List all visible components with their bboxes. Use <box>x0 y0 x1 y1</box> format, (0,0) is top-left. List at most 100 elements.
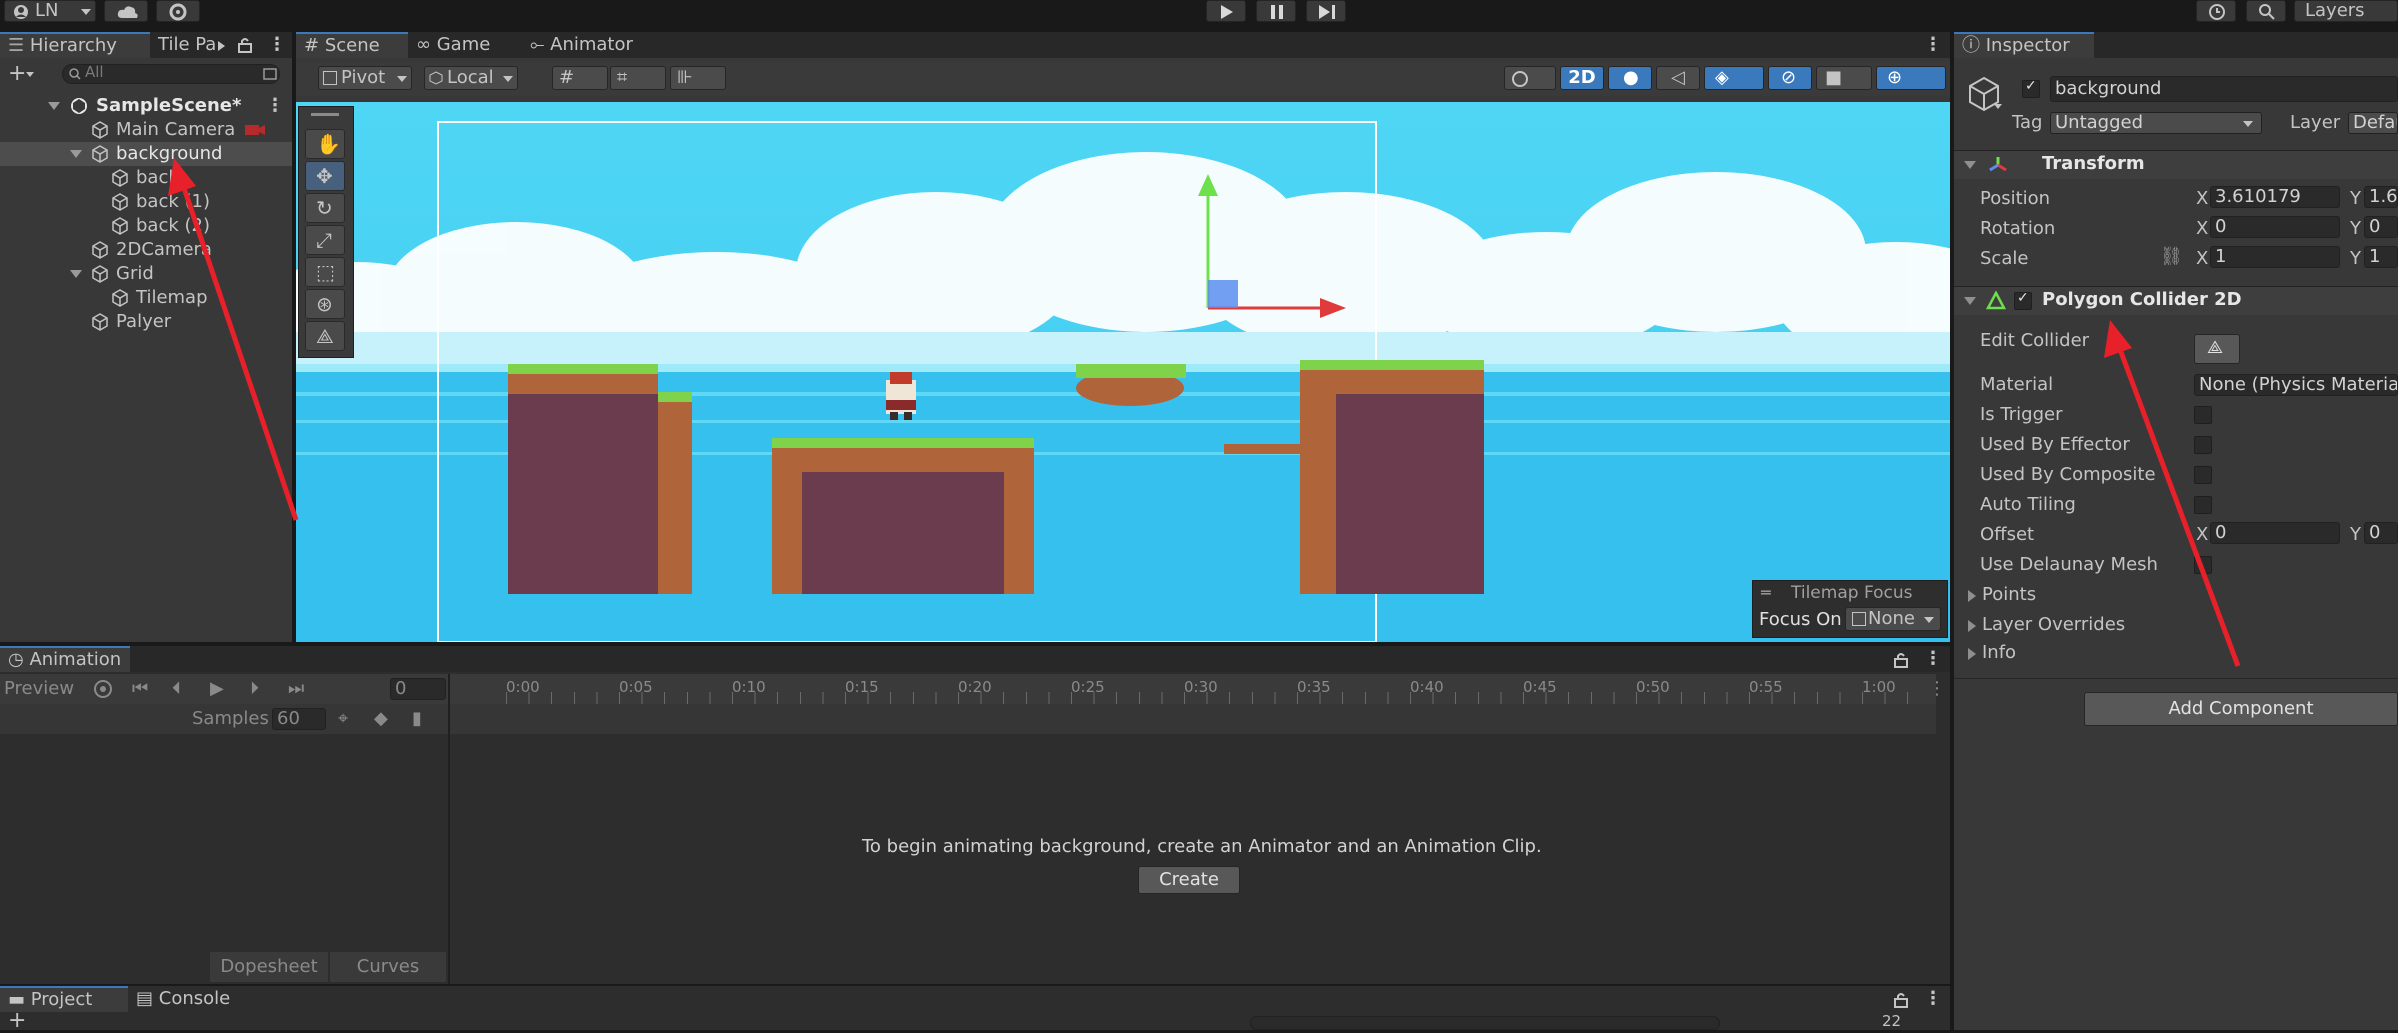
lock-icon[interactable] <box>238 37 252 53</box>
object-name-input[interactable]: background <box>2050 76 2398 102</box>
step-button[interactable] <box>1306 0 1346 22</box>
info-foldout[interactable]: Info <box>1954 640 2398 668</box>
effects-toggle[interactable]: ◈ <box>1704 66 1764 90</box>
list-item-palyer[interactable]: Palyer <box>0 310 292 334</box>
tab-animator[interactable]: ⟜ Animator <box>522 32 642 58</box>
prev-key-icon[interactable]: ⏴ <box>172 678 181 699</box>
preview-label[interactable]: Preview <box>4 678 74 699</box>
transform-tool[interactable]: ⊛ <box>305 289 345 319</box>
samples-input[interactable]: 60 <box>272 708 326 730</box>
position-y-input[interactable]: 1.6188 <box>2364 186 2398 208</box>
expand-icon[interactable] <box>70 270 82 278</box>
play-button[interactable] <box>1206 0 1246 22</box>
rotation-y-input[interactable]: 0 <box>2364 216 2398 238</box>
points-foldout[interactable]: Points <box>1954 582 2398 610</box>
grid-snap-button[interactable]: # <box>552 66 608 90</box>
tab-game[interactable]: ∞ Game <box>408 32 522 58</box>
constrain-link-icon[interactable]: ⛓ <box>2160 246 2183 267</box>
more-menu-icon[interactable]: ⋮ <box>1928 674 1946 704</box>
used-by-effector-checkbox[interactable] <box>2194 436 2212 454</box>
expand-icon[interactable] <box>48 102 60 110</box>
chevron-down-icon[interactable] <box>1994 104 2002 109</box>
tab-scene[interactable]: # Scene <box>296 32 408 58</box>
pause-button[interactable] <box>1256 0 1296 22</box>
more-menu-icon[interactable]: ⋮ <box>1924 32 1942 58</box>
tab-dopesheet[interactable]: Dopesheet <box>210 952 328 982</box>
edit-collider-button[interactable]: ⟁ <box>2194 334 2240 364</box>
camera-settings-button[interactable]: ■ <box>1816 66 1872 90</box>
more-menu-icon[interactable]: ⋮ <box>268 32 286 58</box>
more-menu-icon[interactable]: ⋮ <box>1924 986 1942 1012</box>
tab-overflow-icon[interactable] <box>218 41 225 51</box>
polygon-collider-header[interactable]: ✓ Polygon Collider 2D <box>1954 286 2398 315</box>
filter-icon[interactable]: ⌖ <box>338 708 348 729</box>
tab-inspector[interactable]: ⓘ Inspector <box>1954 32 2094 58</box>
tab-animation[interactable]: ◷ Animation <box>0 646 130 672</box>
scale-tool[interactable]: ⤢ <box>305 225 345 255</box>
visibility-toggle[interactable]: ⊘ <box>1768 66 1812 90</box>
list-item-back-2[interactable]: back (2) <box>0 214 292 238</box>
list-item-background[interactable]: background <box>0 142 292 166</box>
scene-viewport[interactable]: ✋ ✥ ↻ ⤢ ⬚ ⊛ ⟁ ═ Tilemap Focus Focus On N… <box>296 102 1950 642</box>
history-button[interactable] <box>2196 0 2236 22</box>
focus-on-dropdown[interactable]: None <box>1845 607 1941 631</box>
offset-y-input[interactable]: 0 <box>2364 522 2398 544</box>
project-search-input[interactable] <box>1250 1016 1720 1030</box>
chevron-down-icon[interactable] <box>26 72 34 77</box>
material-field[interactable]: None (Physics Materia <box>2194 374 2398 396</box>
search-button[interactable] <box>2246 0 2286 22</box>
transform-header[interactable]: Transform <box>1954 150 2398 179</box>
lighting-toggle[interactable]: ● <box>1608 66 1652 90</box>
gizmos-toggle[interactable]: ⊕ <box>1876 66 1946 90</box>
ruler-button[interactable]: ⊪ <box>670 66 726 90</box>
list-item-back-1[interactable]: back (1) <box>0 190 292 214</box>
drag-handle[interactable] <box>311 113 339 116</box>
add-icon[interactable]: + <box>8 1010 26 1032</box>
list-item-scene[interactable]: SampleScene* ⋮ <box>0 94 292 118</box>
add-component-button[interactable]: Add Component <box>2084 692 2398 726</box>
expand-icon[interactable] <box>70 150 82 158</box>
first-key-icon[interactable]: ⏮ <box>132 678 148 699</box>
scale-y-input[interactable]: 1 <box>2364 246 2398 268</box>
frame-input[interactable]: 0 <box>390 678 446 700</box>
more-menu-icon[interactable]: ⋮ <box>1924 646 1942 672</box>
scale-x-input[interactable]: 1 <box>2210 246 2340 268</box>
offset-x-input[interactable]: 0 <box>2210 522 2340 544</box>
list-item-tilemap[interactable]: Tilemap <box>0 286 292 310</box>
auto-tiling-checkbox[interactable] <box>2194 496 2212 514</box>
rotation-x-input[interactable]: 0 <box>2210 216 2340 238</box>
is-trigger-checkbox[interactable] <box>2194 406 2212 424</box>
collider-enabled-checkbox[interactable]: ✓ <box>2014 290 2032 310</box>
custom-tool[interactable]: ⟁ <box>305 321 345 351</box>
tab-hierarchy[interactable]: ☰ Hierarchy <box>0 32 150 58</box>
rect-tool[interactable]: ⬚ <box>305 257 345 287</box>
list-item-2dcamera[interactable]: 2DCamera <box>0 238 292 262</box>
rotate-tool[interactable]: ↻ <box>305 193 345 223</box>
add-keyframe-icon[interactable]: ◆ <box>374 708 388 729</box>
delaunay-checkbox[interactable] <box>2194 556 2212 574</box>
hand-tool[interactable]: ✋ <box>305 129 345 159</box>
play-icon[interactable]: ▶ <box>210 678 224 699</box>
used-by-composite-checkbox[interactable] <box>2194 466 2212 484</box>
layer-dropdown[interactable]: Defau <box>2348 112 2398 134</box>
hierarchy-search-input[interactable]: All <box>62 63 280 84</box>
account-button[interactable]: LN <box>4 0 96 22</box>
list-item-main-camera[interactable]: Main Camera <box>0 118 292 142</box>
lock-icon[interactable] <box>1894 992 1908 1008</box>
add-event-icon[interactable]: ▮ <box>412 708 422 729</box>
local-dropdown[interactable]: Local <box>424 66 518 90</box>
list-item-grid[interactable]: Grid <box>0 262 292 286</box>
position-x-input[interactable]: 3.610179 <box>2210 186 2340 208</box>
filter-icon[interactable] <box>263 68 277 80</box>
lock-icon[interactable] <box>1894 652 1908 668</box>
add-icon[interactable]: + <box>8 62 26 86</box>
increment-snap-button[interactable]: ⌗ <box>610 66 666 90</box>
create-button[interactable]: Create <box>1138 866 1240 894</box>
next-key-icon[interactable]: ⏵ <box>250 678 259 699</box>
last-key-icon[interactable]: ⏭ <box>288 678 304 699</box>
layers-dropdown[interactable]: Layers <box>2294 0 2398 22</box>
drag-handle-icon[interactable]: ═ <box>1761 583 1771 602</box>
tag-dropdown[interactable]: Untagged <box>2050 112 2262 134</box>
audio-toggle[interactable]: ◁ <box>1656 66 1700 90</box>
2d-toggle[interactable]: 2D <box>1560 66 1604 90</box>
